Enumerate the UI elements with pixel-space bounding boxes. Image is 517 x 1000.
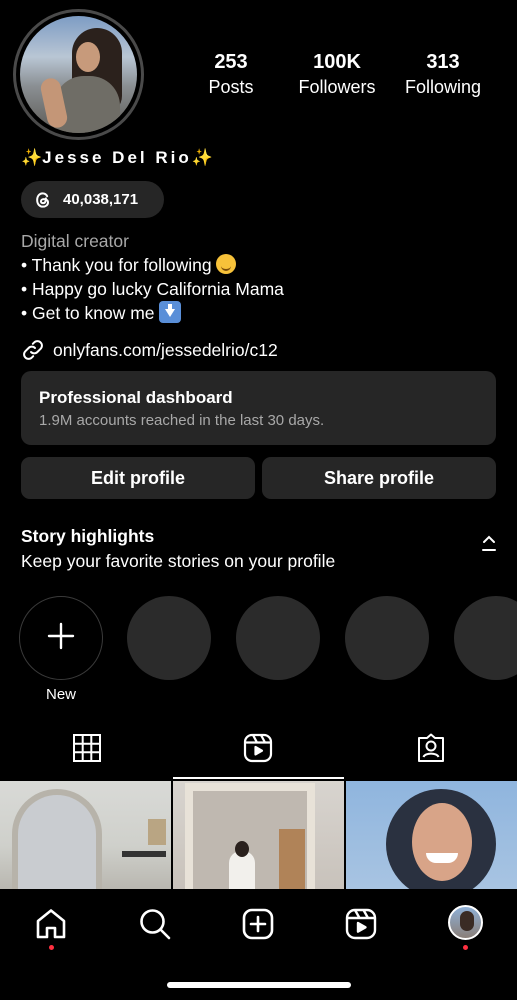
new-highlight-button[interactable] bbox=[19, 596, 103, 680]
posts-stat[interactable]: 253 Posts bbox=[181, 50, 281, 99]
profile-notification-dot bbox=[463, 945, 468, 950]
plus-icon bbox=[46, 621, 76, 656]
bio-line: • Get to know me bbox=[21, 301, 284, 325]
profile-link-text: onlyfans.com/jessedelrio/c12 bbox=[53, 339, 278, 360]
highlights-subtitle: Keep your favorite stories on your profi… bbox=[21, 551, 336, 571]
grid-icon bbox=[72, 734, 102, 767]
nav-reels[interactable] bbox=[344, 907, 378, 941]
nav-profile-avatar[interactable] bbox=[448, 905, 483, 940]
highlight-placeholder bbox=[127, 596, 211, 680]
highlights-title: Story highlights bbox=[21, 526, 155, 546]
highlight-placeholder bbox=[345, 596, 429, 680]
post-thumbnail[interactable] bbox=[173, 781, 344, 889]
reels-icon bbox=[243, 733, 273, 767]
post-thumbnail[interactable] bbox=[346, 781, 517, 889]
following-stat[interactable]: 313 Following bbox=[393, 50, 493, 99]
dashboard-subtitle: 1.9M accounts reached in the last 30 day… bbox=[39, 412, 325, 429]
following-count: 313 bbox=[426, 51, 460, 73]
share-profile-button[interactable]: Share profile bbox=[262, 457, 496, 499]
new-highlight-label: New bbox=[45, 686, 76, 703]
bio-line: • Happy go lucky California Mama bbox=[21, 277, 284, 301]
chevron-up-icon[interactable] bbox=[480, 534, 498, 554]
home-indicator bbox=[167, 982, 351, 988]
following-label: Following bbox=[404, 77, 482, 97]
relieved-face-icon bbox=[215, 254, 236, 274]
profile-name-text: Jesse Del Rio bbox=[42, 148, 192, 167]
tab-reels[interactable] bbox=[243, 733, 273, 763]
threads-badge[interactable]: 40,038,171 bbox=[21, 181, 164, 218]
link-icon bbox=[21, 338, 45, 362]
followers-stat[interactable]: 100K Followers bbox=[287, 50, 387, 99]
highlight-placeholder bbox=[236, 596, 320, 680]
profile-avatar-ring[interactable] bbox=[13, 9, 144, 140]
search-icon bbox=[138, 909, 172, 945]
bottom-navigation bbox=[0, 889, 517, 1000]
tab-posts-grid[interactable] bbox=[72, 733, 102, 763]
home-notification-dot bbox=[49, 945, 54, 950]
bio-line-text: • Thank you for following bbox=[21, 255, 212, 275]
threads-count: 40,038,171 bbox=[63, 191, 139, 208]
profile-name: ✨Jesse Del Rio✨ bbox=[21, 148, 213, 168]
post-thumbnail[interactable] bbox=[0, 781, 171, 889]
nav-create[interactable] bbox=[241, 907, 275, 941]
profile-link[interactable]: onlyfans.com/jessedelrio/c12 bbox=[21, 338, 278, 362]
bio-line: • Thank you for following bbox=[21, 253, 284, 277]
professional-dashboard[interactable]: Professional dashboard 1.9M accounts rea… bbox=[21, 371, 496, 445]
posts-count: 253 bbox=[214, 51, 248, 73]
threads-icon bbox=[33, 190, 53, 210]
followers-label: Followers bbox=[298, 77, 376, 97]
home-icon bbox=[34, 909, 68, 945]
profile-avatar bbox=[20, 16, 137, 133]
sparkle-icon: ✨ bbox=[21, 148, 43, 167]
reels-icon bbox=[344, 908, 378, 945]
bio-line-text: • Get to know me bbox=[21, 303, 155, 323]
posts-label: Posts bbox=[208, 77, 254, 97]
add-post-icon bbox=[241, 908, 275, 945]
tagged-person-icon bbox=[416, 733, 446, 767]
dashboard-title: Professional dashboard bbox=[39, 388, 233, 407]
nav-search[interactable] bbox=[138, 907, 172, 941]
highlight-placeholder bbox=[454, 596, 517, 680]
followers-count: 100K bbox=[313, 51, 361, 73]
edit-profile-button[interactable]: Edit profile bbox=[21, 457, 255, 499]
profile-category: Digital creator bbox=[21, 231, 129, 251]
sparkle-icon: ✨ bbox=[191, 148, 213, 167]
down-arrow-icon bbox=[158, 301, 181, 323]
bio-line-text: • Happy go lucky California Mama bbox=[21, 279, 284, 299]
profile-bio: Digital creator • Thank you for followin… bbox=[21, 229, 284, 325]
nav-home[interactable] bbox=[34, 907, 68, 941]
tab-tagged[interactable] bbox=[416, 733, 446, 763]
active-tab-indicator bbox=[173, 777, 344, 779]
